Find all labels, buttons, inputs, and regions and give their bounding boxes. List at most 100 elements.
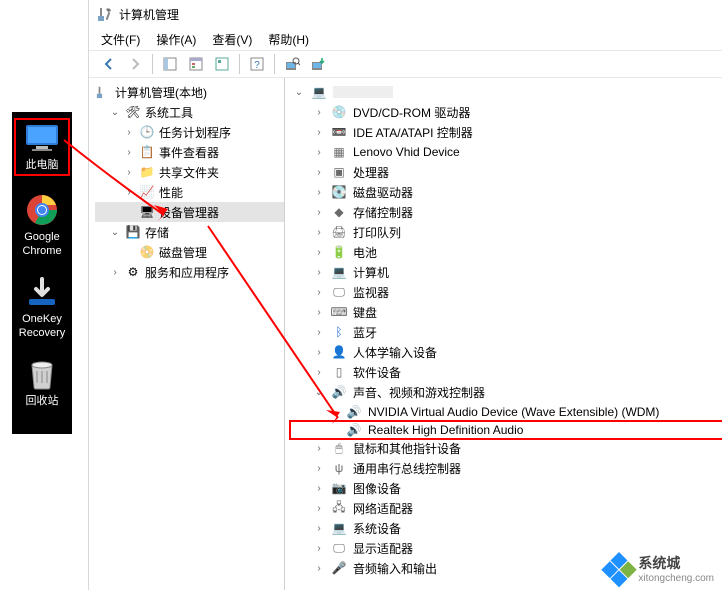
- watermark-url: xitongcheng.com: [638, 573, 714, 584]
- usb-icon: ψ: [330, 460, 348, 476]
- toolbar-separator: [274, 54, 275, 74]
- device-monitor[interactable]: ›🖵监视器: [291, 282, 722, 302]
- tree-performance[interactable]: ›📈性能: [95, 182, 284, 202]
- recycle-bin-icon: [22, 358, 62, 390]
- chevron-down-icon: ⌄: [109, 227, 121, 238]
- tree-label: 共享文件夹: [159, 164, 219, 181]
- menu-file[interactable]: 文件(F): [101, 31, 140, 48]
- tree-label: 服务和应用程序: [145, 264, 229, 281]
- tree-root[interactable]: 计算机管理(本地): [95, 82, 284, 102]
- device-label: 电池: [353, 244, 377, 261]
- device-ide[interactable]: ›📼IDE ATA/ATAPI 控制器: [291, 122, 722, 142]
- camera-icon: 📷: [330, 480, 348, 496]
- chevron-right-icon: ›: [123, 147, 135, 158]
- audio-icon: 🎤: [330, 560, 348, 576]
- device-nvidia-audio[interactable]: 🔊NVIDIA Virtual Audio Device (Wave Exten…: [291, 402, 722, 422]
- device-label: 声音、视频和游戏控制器: [353, 384, 485, 401]
- menu-view[interactable]: 查看(V): [212, 31, 252, 48]
- watermark-logo-icon: [601, 550, 638, 587]
- device-dvd[interactable]: ›💿DVD/CD-ROM 驱动器: [291, 102, 722, 122]
- tree-storage[interactable]: ⌄💾存储: [95, 222, 284, 242]
- device-software[interactable]: ›▯软件设备: [291, 362, 722, 382]
- device-usb[interactable]: › ψ 通用串行总线控制器: [291, 458, 722, 478]
- event-icon: 📋: [139, 144, 155, 160]
- device-lenovo[interactable]: ›▦Lenovo Vhid Device: [291, 142, 722, 162]
- device-label: 软件设备: [353, 364, 401, 381]
- update-driver-button[interactable]: [306, 52, 330, 76]
- desktop-icon-onekey[interactable]: OneKey Recovery: [14, 276, 70, 340]
- chevron-right-icon: ›: [313, 463, 325, 474]
- chevron-right-icon: ›: [313, 227, 325, 238]
- device-cpu[interactable]: ›▣处理器: [291, 162, 722, 182]
- chevron-right-icon: ›: [313, 523, 325, 534]
- device-imaging[interactable]: ›📷图像设备: [291, 478, 722, 498]
- desktop-icon-chrome[interactable]: Google Chrome: [14, 194, 70, 258]
- performance-icon: 📈: [139, 184, 155, 200]
- tree-services-apps[interactable]: ›⚙服务和应用程序: [95, 262, 284, 282]
- chevron-right-icon: ›: [313, 443, 325, 454]
- software-icon: ▯: [330, 364, 348, 380]
- chevron-down-icon: ⌄: [313, 387, 325, 398]
- chevron-right-icon: ›: [313, 563, 325, 574]
- chrome-icon: [22, 194, 62, 226]
- device-realtek-audio[interactable]: 🔊Realtek High Definition Audio: [289, 420, 722, 440]
- device-label: IDE ATA/ATAPI 控制器: [353, 124, 473, 141]
- tree-label: 任务计划程序: [159, 124, 231, 141]
- tree-label: 性能: [159, 184, 183, 201]
- forward-button[interactable]: [123, 52, 147, 76]
- toolbar: ?: [89, 50, 722, 78]
- view-large-button[interactable]: [210, 52, 234, 76]
- show-hide-tree-button[interactable]: [158, 52, 182, 76]
- desktop-icon-label: Google Chrome: [22, 230, 61, 258]
- scan-hardware-button[interactable]: [280, 52, 304, 76]
- menubar: 文件(F) 操作(A) 查看(V) 帮助(H): [89, 28, 722, 50]
- hammer-wrench-icon: [95, 84, 111, 100]
- titlebar[interactable]: 计算机管理: [89, 0, 722, 28]
- device-label: 通用串行总线控制器: [353, 460, 461, 477]
- device-disk-drives[interactable]: ›💽磁盘驱动器: [291, 182, 722, 202]
- speaker-icon: 🔊: [345, 422, 363, 438]
- menu-action[interactable]: 操作(A): [156, 31, 196, 48]
- device-storage-ctrl[interactable]: ›◆存储控制器: [291, 202, 722, 222]
- device-label: 处理器: [353, 164, 389, 181]
- tree-system-tools[interactable]: ⌄🛠系统工具: [95, 102, 284, 122]
- device-manager-icon: 🖥: [139, 204, 155, 220]
- tree-event-viewer[interactable]: ›📋事件查看器: [95, 142, 284, 162]
- properties-button[interactable]: [184, 52, 208, 76]
- device-print-queue[interactable]: ›🖨打印队列: [291, 222, 722, 242]
- chevron-right-icon: ›: [313, 147, 325, 158]
- device-system[interactable]: ›💻系统设备: [291, 518, 722, 538]
- device-mouse[interactable]: ›🖱鼠标和其他指针设备: [291, 438, 722, 458]
- desktop-icon-this-pc[interactable]: 此电脑: [14, 118, 70, 176]
- printer-icon: 🖨: [330, 224, 348, 240]
- tree-task-scheduler[interactable]: ›🕒任务计划程序: [95, 122, 284, 142]
- display-icon: 🖵: [330, 540, 348, 556]
- device-sound[interactable]: ⌄🔊声音、视频和游戏控制器: [291, 382, 722, 402]
- device-network[interactable]: ›🖧网络适配器: [291, 498, 722, 518]
- tree-shared-folders[interactable]: ›📁共享文件夹: [95, 162, 284, 182]
- hammer-wrench-icon: [97, 6, 113, 22]
- desktop-icon-recycle-bin[interactable]: 回收站: [14, 358, 70, 408]
- services-icon: ⚙: [125, 264, 141, 280]
- chevron-right-icon: ›: [313, 247, 325, 258]
- device-hid[interactable]: ›👤人体学输入设备: [291, 342, 722, 362]
- menu-help[interactable]: 帮助(H): [268, 31, 309, 48]
- blurred-hostname: [333, 86, 393, 98]
- svg-text:?: ?: [254, 60, 260, 71]
- device-label: 音频输入和输出: [353, 560, 437, 577]
- chevron-right-icon: ›: [313, 503, 325, 514]
- device-keyboard[interactable]: ›⌨键盘: [291, 302, 722, 322]
- cpu-icon: ▣: [330, 164, 348, 180]
- computer-management-window: 计算机管理 文件(F) 操作(A) 查看(V) 帮助(H) ? 计算机管理(本地…: [88, 0, 722, 590]
- tree-device-manager[interactable]: 🖥设备管理器: [95, 202, 284, 222]
- device-battery[interactable]: ›🔋电池: [291, 242, 722, 262]
- device-root[interactable]: ⌄💻: [291, 82, 722, 102]
- device-bluetooth[interactable]: ›ᛒ蓝牙: [291, 322, 722, 342]
- device-label: 监视器: [353, 284, 389, 301]
- storage-icon: 💾: [125, 224, 141, 240]
- help-button[interactable]: ?: [245, 52, 269, 76]
- tree-disk-management[interactable]: 📀磁盘管理: [95, 242, 284, 262]
- back-button[interactable]: [97, 52, 121, 76]
- device-computer[interactable]: ›💻计算机: [291, 262, 722, 282]
- computer-icon: 💻: [310, 84, 328, 100]
